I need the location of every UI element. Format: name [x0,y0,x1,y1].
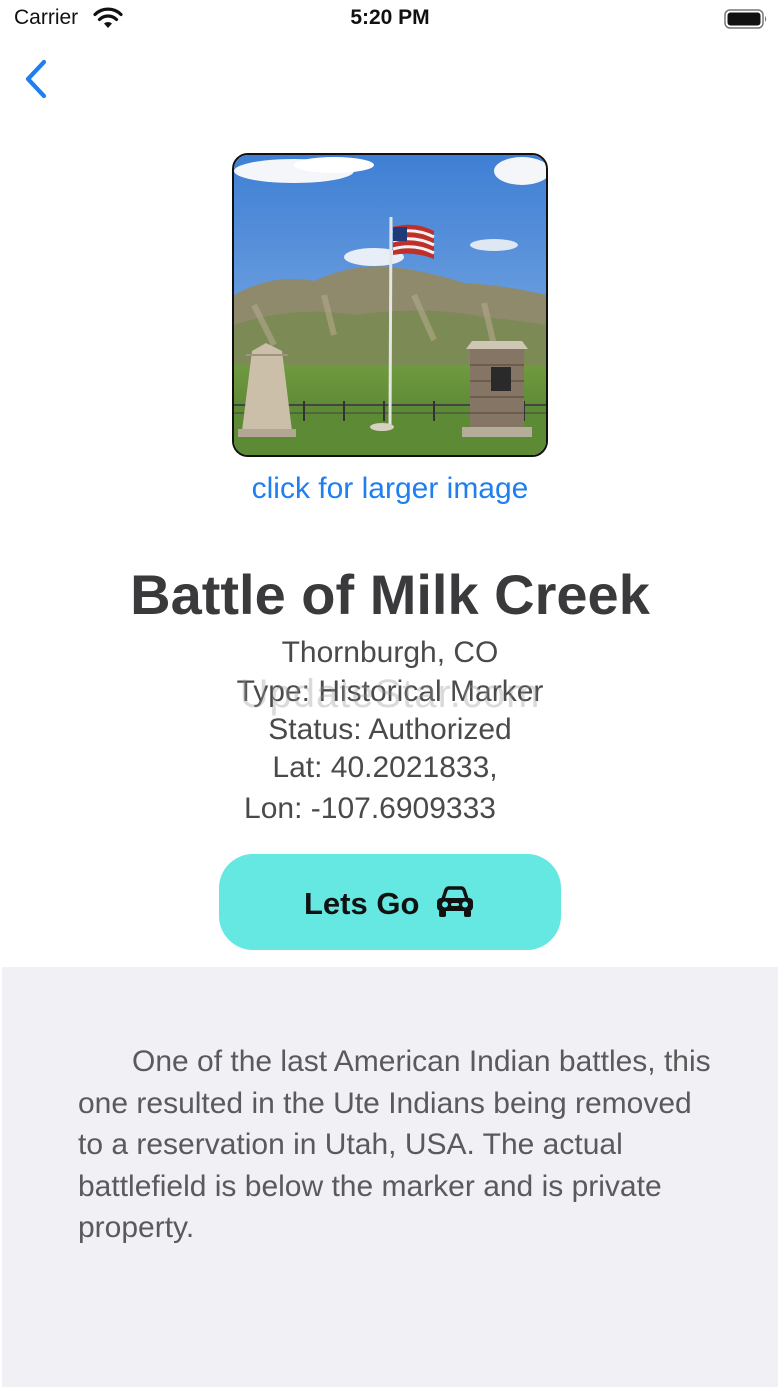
marker-photo-image [234,155,546,455]
status-bar: Carrier 5:20 PM [0,0,780,40]
car-icon [437,886,473,917]
marker-longitude: Lon: -107.6909333 [244,792,496,825]
lets-go-label: Lets Go [304,886,420,921]
larger-image-link[interactable]: click for larger image [0,472,780,506]
marker-location: Thornburgh, CO [281,636,499,669]
marker-type: Type: Historical Marker [236,675,544,708]
marker-latitude: Lat: 40.2021833, [272,751,498,784]
clock: 5:20 PM [350,6,430,29]
marker-title: Battle of Milk Creek [130,563,650,626]
lets-go-button[interactable]: Lets Go [219,854,561,950]
marker-status: Status: Authorized [268,713,512,746]
battery-icon [724,9,767,29]
marker-description: One of the last American Indian battles,… [78,1045,711,1244]
back-button[interactable] [18,56,58,102]
description-panel: One of the last American Indian battles,… [2,967,778,1387]
marker-photo[interactable] [232,153,548,457]
chevron-left-icon [25,59,47,99]
